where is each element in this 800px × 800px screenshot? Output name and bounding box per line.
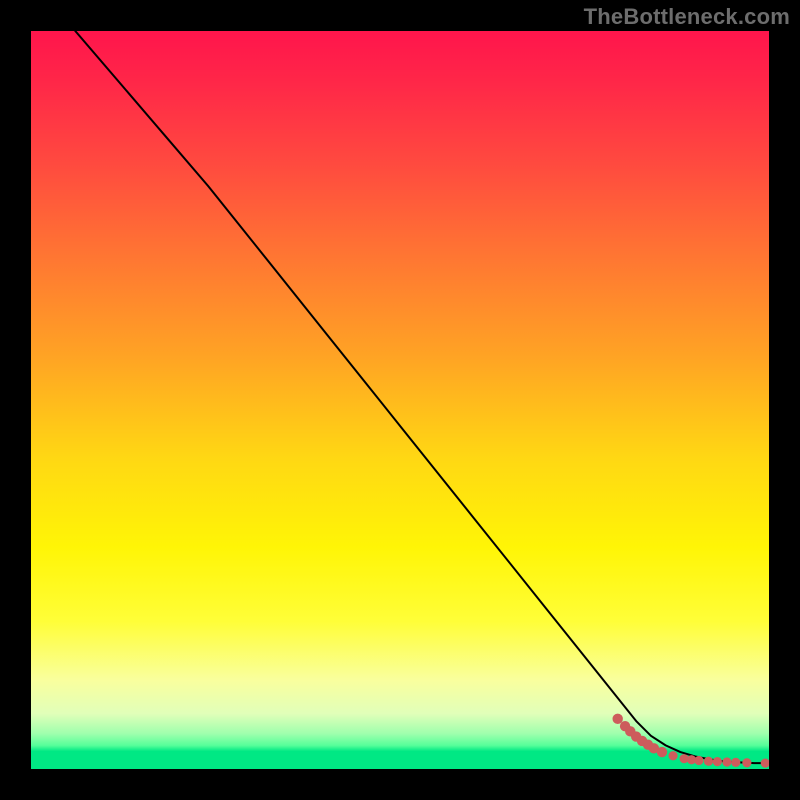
scatter-dot [722,757,731,766]
scatter-dot [731,758,740,767]
scatter-dot [704,757,713,766]
attribution-label: TheBottleneck.com [584,4,790,30]
bottleneck-curve [75,31,769,763]
chart-stage: TheBottleneck.com [0,0,800,800]
scatter-dot [713,757,722,766]
scatter-dot [668,751,677,760]
scatter-dot [742,758,751,767]
plot-svg [31,31,769,769]
scatter-dot [694,756,703,765]
scatter-dot [613,714,623,724]
scatter-dot [657,747,667,757]
scatter-dot [761,759,769,768]
plot-area [31,31,769,769]
